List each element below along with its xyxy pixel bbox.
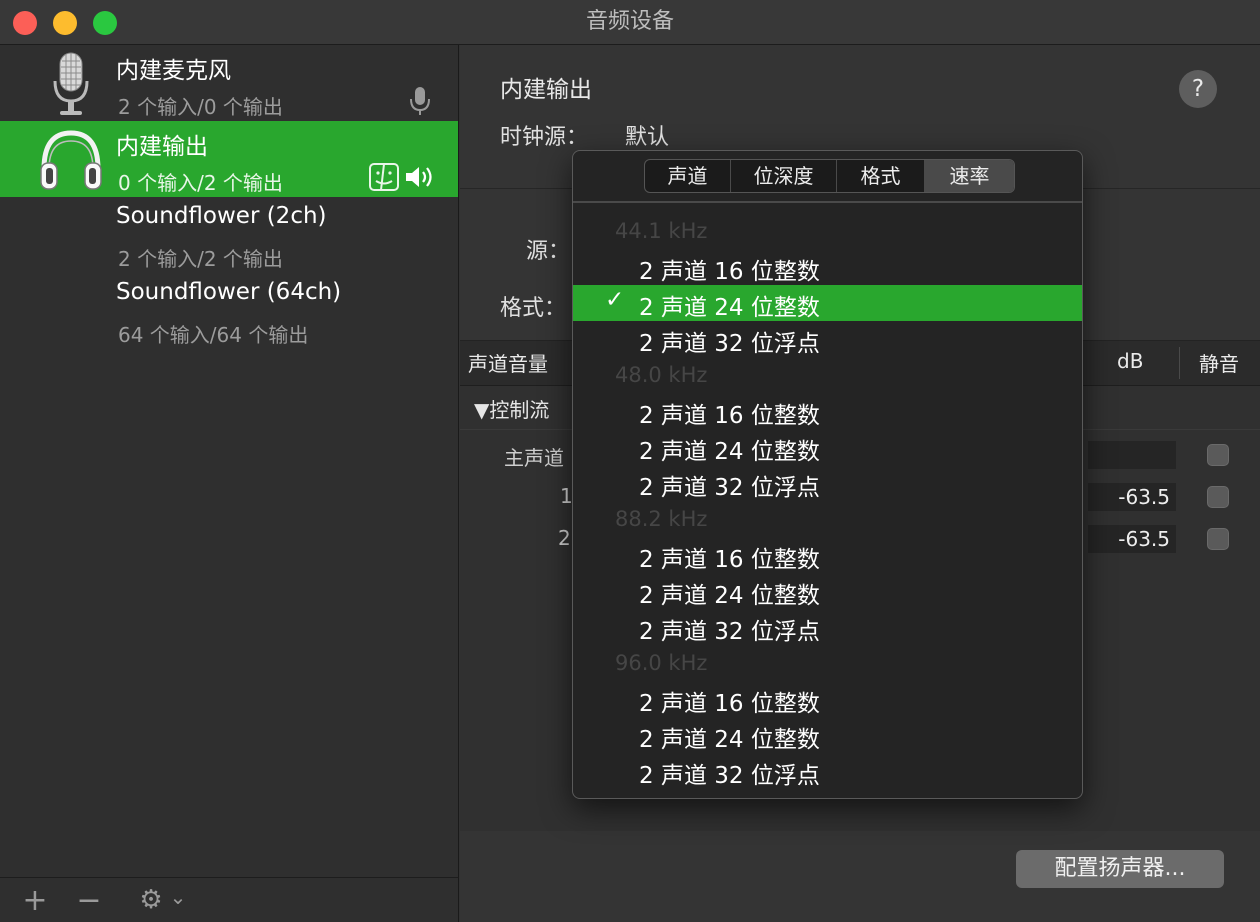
source-label: 源： <box>526 239 571 264</box>
menu-item-label: 2 声道 32 位浮点 <box>639 475 820 501</box>
menu-item[interactable]: 2 声道 32 位浮点 <box>573 609 1082 645</box>
mute-checkbox[interactable] <box>1207 444 1229 466</box>
title-bar: 音频设备 <box>0 0 1260 45</box>
device-io: 0 个输入/2 个输出 <box>118 171 283 195</box>
format-popup-menu: 声道 位深度 格式 速率 44.1 kHz 2 声道 16 位整数 ✓ 2 声道… <box>572 150 1083 799</box>
clock-source-value[interactable]: 默认 <box>625 119 669 151</box>
menu-item-label: 2 声道 24 位整数 <box>639 727 820 753</box>
column-divider <box>1179 347 1180 379</box>
menu-item-label: 2 声道 16 位整数 <box>639 403 820 429</box>
device-name: 内建输出 <box>116 134 208 160</box>
sidebar-toolbar: + − ⚙ ⌄ <box>0 877 459 922</box>
device-name: Soundflower (2ch) <box>116 203 327 229</box>
headphones-icon <box>40 130 102 190</box>
mute-checkbox[interactable] <box>1207 528 1229 550</box>
menu-item-label: 2 声道 32 位浮点 <box>639 763 820 789</box>
rate-header: 44.1 kHz <box>615 219 708 243</box>
device-list: 内建麦克风 2 个输入/0 个输出 内建输出 0 个输入/2 个输出 Sound… <box>0 45 459 877</box>
finder-icon <box>369 163 399 191</box>
speaker-icon <box>406 167 432 187</box>
device-item-builtin-microphone[interactable]: 内建麦克风 2 个输入/0 个输出 <box>0 45 458 121</box>
configure-speakers-button[interactable]: 配置扬声器... <box>1016 850 1224 888</box>
db-value[interactable] <box>1088 441 1176 469</box>
menu-item-label: 2 声道 24 位整数 <box>639 439 820 465</box>
menu-item-label: 2 声道 32 位浮点 <box>639 619 820 645</box>
chevron-down-icon[interactable]: ⌄ <box>168 878 188 922</box>
device-item-soundflower-64ch[interactable]: Soundflower (64ch) 64 个输入/64 个输出 <box>0 273 458 349</box>
rate-header: 96.0 kHz <box>615 651 708 675</box>
menu-item[interactable]: 2 声道 32 位浮点 <box>573 465 1082 501</box>
group-label: ▼控制流 <box>474 398 550 422</box>
rate-header: 48.0 kHz <box>615 363 708 387</box>
audio-devices-window: 音频设备 内建麦克风 2 个输入/0 个输出 内建输出 0 个输入/2 个输出 … <box>0 0 1260 922</box>
input-mic-icon <box>410 87 430 115</box>
device-name: Soundflower (64ch) <box>116 279 342 305</box>
device-io: 64 个输入/64 个输出 <box>118 323 309 347</box>
menu-item-label: 2 声道 16 位整数 <box>639 259 820 285</box>
tab-format[interactable]: 格式 <box>837 160 925 192</box>
column-mute: 静音 <box>1199 352 1239 376</box>
microphone-icon <box>53 52 89 115</box>
row-label: 1 <box>560 484 573 508</box>
menu-item[interactable]: 2 声道 16 位整数 <box>573 249 1082 285</box>
tab-bit-depth[interactable]: 位深度 <box>731 160 837 192</box>
db-value[interactable]: -63.5 <box>1088 483 1176 511</box>
column-channel-volume: 声道音量 <box>468 352 548 376</box>
checkmark-icon: ✓ <box>605 287 625 313</box>
menu-item-label: 2 声道 16 位整数 <box>639 691 820 717</box>
menu-divider <box>573 201 1082 203</box>
menu-item[interactable]: 2 声道 32 位浮点 <box>573 321 1082 357</box>
column-db: dB <box>1117 349 1144 373</box>
rate-header: 88.2 kHz <box>615 507 708 531</box>
device-item-soundflower-2ch[interactable]: Soundflower (2ch) 2 个输入/2 个输出 <box>0 197 458 273</box>
menu-item[interactable]: 2 声道 24 位整数 <box>573 717 1082 753</box>
device-title: 内建输出 <box>500 77 592 103</box>
device-name: 内建麦克风 <box>116 58 231 84</box>
menu-item[interactable]: 2 声道 24 位整数 <box>573 573 1082 609</box>
window-title: 音频设备 <box>585 9 674 34</box>
db-value[interactable]: -63.5 <box>1088 525 1176 553</box>
help-button[interactable]: ? <box>1179 70 1217 108</box>
menu-item[interactable]: 2 声道 16 位整数 <box>573 537 1082 573</box>
menu-item-label: 2 声道 24 位整数 <box>639 583 820 609</box>
menu-item-label: 2 声道 24 位整数 <box>639 295 820 321</box>
remove-device-button[interactable]: − <box>74 878 104 922</box>
menu-item[interactable]: 2 声道 24 位整数 <box>573 429 1082 465</box>
clock-source-label: 时钟源： <box>500 125 589 150</box>
menu-item-label: 2 声道 32 位浮点 <box>639 331 820 357</box>
add-device-button[interactable]: + <box>20 878 50 922</box>
menu-item[interactable]: 2 声道 32 位浮点 <box>573 753 1082 789</box>
menu-item[interactable]: 2 声道 16 位整数 <box>573 393 1082 429</box>
row-label: 主声道 <box>504 446 564 470</box>
tab-rate[interactable]: 速率 <box>925 160 1014 192</box>
gear-icon[interactable]: ⚙ <box>136 878 166 922</box>
device-item-builtin-output[interactable]: 内建输出 0 个输入/2 个输出 <box>0 121 458 197</box>
tab-channels[interactable]: 声道 <box>645 160 731 192</box>
row-label: 2 <box>558 526 571 550</box>
device-io: 2 个输入/2 个输出 <box>118 247 283 271</box>
format-label: 格式： <box>500 296 567 321</box>
menu-item-selected[interactable]: ✓ 2 声道 24 位整数 <box>573 285 1082 321</box>
mute-checkbox[interactable] <box>1207 486 1229 508</box>
popup-tab-control: 声道 位深度 格式 速率 <box>644 159 1015 193</box>
menu-item[interactable]: 2 声道 16 位整数 <box>573 681 1082 717</box>
menu-item-label: 2 声道 16 位整数 <box>639 547 820 573</box>
device-io: 2 个输入/0 个输出 <box>118 95 283 119</box>
